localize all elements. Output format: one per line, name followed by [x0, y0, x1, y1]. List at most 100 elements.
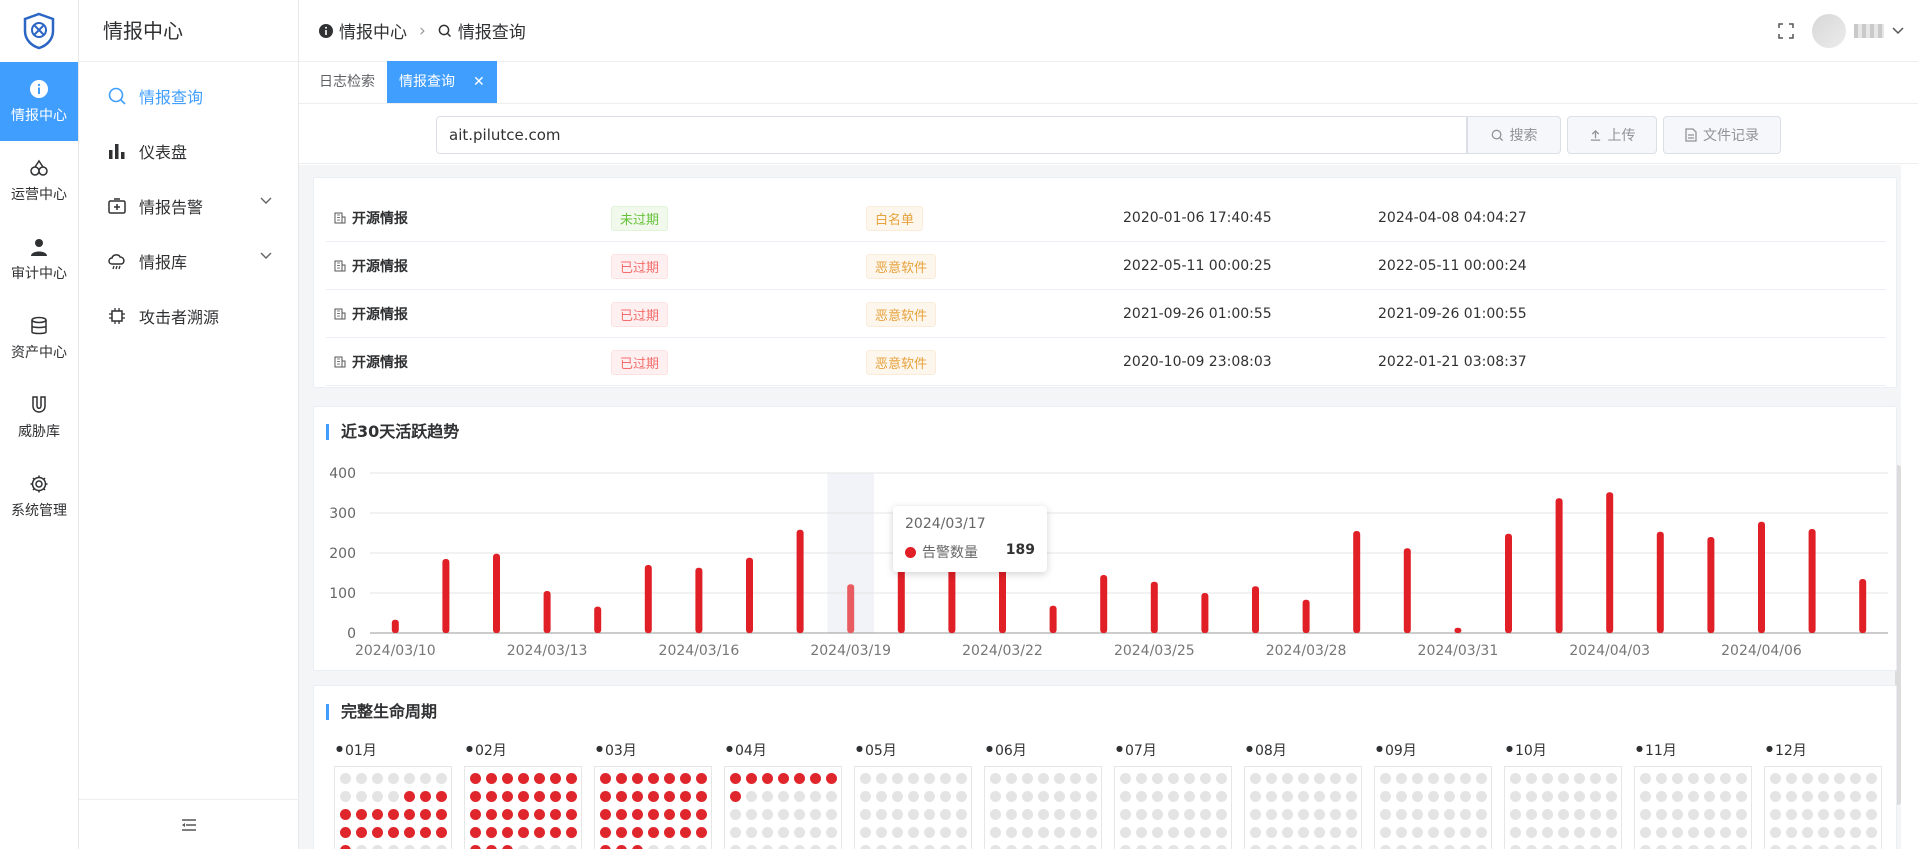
day-dot[interactable] [1216, 791, 1227, 802]
day-dot[interactable] [1022, 791, 1033, 802]
day-dot[interactable] [1216, 773, 1227, 784]
day-dot[interactable] [924, 827, 935, 838]
bar[interactable] [493, 553, 500, 633]
day-dot[interactable] [1542, 791, 1553, 802]
day-dot[interactable] [404, 791, 415, 802]
day-dot[interactable] [1330, 809, 1341, 820]
day-dot[interactable] [1574, 827, 1585, 838]
day-dot[interactable] [648, 809, 659, 820]
day-dot[interactable] [1006, 791, 1017, 802]
day-dot[interactable] [616, 773, 627, 784]
day-dot[interactable] [1330, 773, 1341, 784]
breadcrumb-item-1[interactable]: 情报中心 [339, 18, 407, 43]
file-records-button[interactable]: 文件记录 [1663, 116, 1781, 154]
day-dot[interactable] [1136, 845, 1147, 849]
day-dot[interactable] [1850, 845, 1861, 849]
day-dot[interactable] [730, 773, 741, 784]
day-dot[interactable] [1770, 791, 1781, 802]
day-dot[interactable] [1070, 845, 1081, 849]
day-dot[interactable] [1136, 791, 1147, 802]
day-dot[interactable] [1736, 773, 1747, 784]
day-dot[interactable] [1818, 791, 1829, 802]
day-dot[interactable] [1250, 791, 1261, 802]
day-dot[interactable] [892, 845, 903, 849]
day-dot[interactable] [1770, 809, 1781, 820]
day-dot[interactable] [940, 827, 951, 838]
day-dot[interactable] [1070, 773, 1081, 784]
day-dot[interactable] [1720, 845, 1731, 849]
day-dot[interactable] [1022, 827, 1033, 838]
day-dot[interactable] [470, 845, 481, 849]
day-dot[interactable] [356, 827, 367, 838]
day-dot[interactable] [1054, 791, 1065, 802]
day-dot[interactable] [1834, 845, 1845, 849]
day-dot[interactable] [1152, 773, 1163, 784]
day-dot[interactable] [534, 791, 545, 802]
day-dot[interactable] [680, 809, 691, 820]
day-dot[interactable] [420, 809, 431, 820]
day-dot[interactable] [1200, 827, 1211, 838]
day-dot[interactable] [696, 845, 707, 849]
day-dot[interactable] [1704, 845, 1715, 849]
day-dot[interactable] [372, 845, 383, 849]
day-dot[interactable] [810, 827, 821, 838]
day-dot[interactable] [1282, 845, 1293, 849]
day-dot[interactable] [1672, 845, 1683, 849]
day-dot[interactable] [388, 791, 399, 802]
day-dot[interactable] [1314, 827, 1325, 838]
day-dot[interactable] [1314, 809, 1325, 820]
day-dot[interactable] [1510, 827, 1521, 838]
bar[interactable] [1403, 548, 1411, 633]
day-dot[interactable] [600, 845, 611, 849]
day-dot[interactable] [1314, 791, 1325, 802]
bar[interactable] [1100, 575, 1108, 633]
day-dot[interactable] [518, 773, 529, 784]
day-dot[interactable] [794, 827, 805, 838]
day-dot[interactable] [1250, 773, 1261, 784]
bar[interactable] [1707, 537, 1715, 633]
day-dot[interactable] [1184, 809, 1195, 820]
day-dot[interactable] [1412, 773, 1423, 784]
day-dot[interactable] [1168, 809, 1179, 820]
day-dot[interactable] [794, 773, 805, 784]
day-dot[interactable] [1542, 809, 1553, 820]
day-dot[interactable] [826, 809, 837, 820]
day-dot[interactable] [810, 845, 821, 849]
day-dot[interactable] [1720, 809, 1731, 820]
day-dot[interactable] [470, 791, 481, 802]
day-dot[interactable] [860, 773, 871, 784]
day-dot[interactable] [664, 827, 675, 838]
day-dot[interactable] [1444, 791, 1455, 802]
day-dot[interactable] [1054, 809, 1065, 820]
day-dot[interactable] [956, 845, 967, 849]
bar[interactable] [1555, 498, 1563, 633]
day-dot[interactable] [746, 791, 757, 802]
day-dot[interactable] [696, 827, 707, 838]
day-dot[interactable] [1200, 791, 1211, 802]
day-dot[interactable] [746, 827, 757, 838]
day-dot[interactable] [420, 845, 431, 849]
day-dot[interactable] [1850, 773, 1861, 784]
day-dot[interactable] [762, 791, 773, 802]
day-dot[interactable] [1558, 827, 1569, 838]
day-dot[interactable] [1640, 773, 1651, 784]
bar[interactable] [1454, 627, 1462, 633]
day-dot[interactable] [1396, 773, 1407, 784]
bar[interactable] [1252, 586, 1259, 633]
day-dot[interactable] [388, 827, 399, 838]
day-dot[interactable] [372, 773, 383, 784]
day-dot[interactable] [1818, 845, 1829, 849]
rail-item-5[interactable]: 系统管理 [0, 457, 78, 536]
day-dot[interactable] [1786, 809, 1797, 820]
day-dot[interactable] [1590, 845, 1601, 849]
day-dot[interactable] [372, 809, 383, 820]
day-dot[interactable] [1704, 791, 1715, 802]
day-dot[interactable] [566, 845, 577, 849]
day-dot[interactable] [1184, 791, 1195, 802]
day-dot[interactable] [860, 845, 871, 849]
day-dot[interactable] [1770, 827, 1781, 838]
day-dot[interactable] [1216, 827, 1227, 838]
day-dot[interactable] [1834, 827, 1845, 838]
day-dot[interactable] [940, 773, 951, 784]
day-dot[interactable] [1786, 827, 1797, 838]
